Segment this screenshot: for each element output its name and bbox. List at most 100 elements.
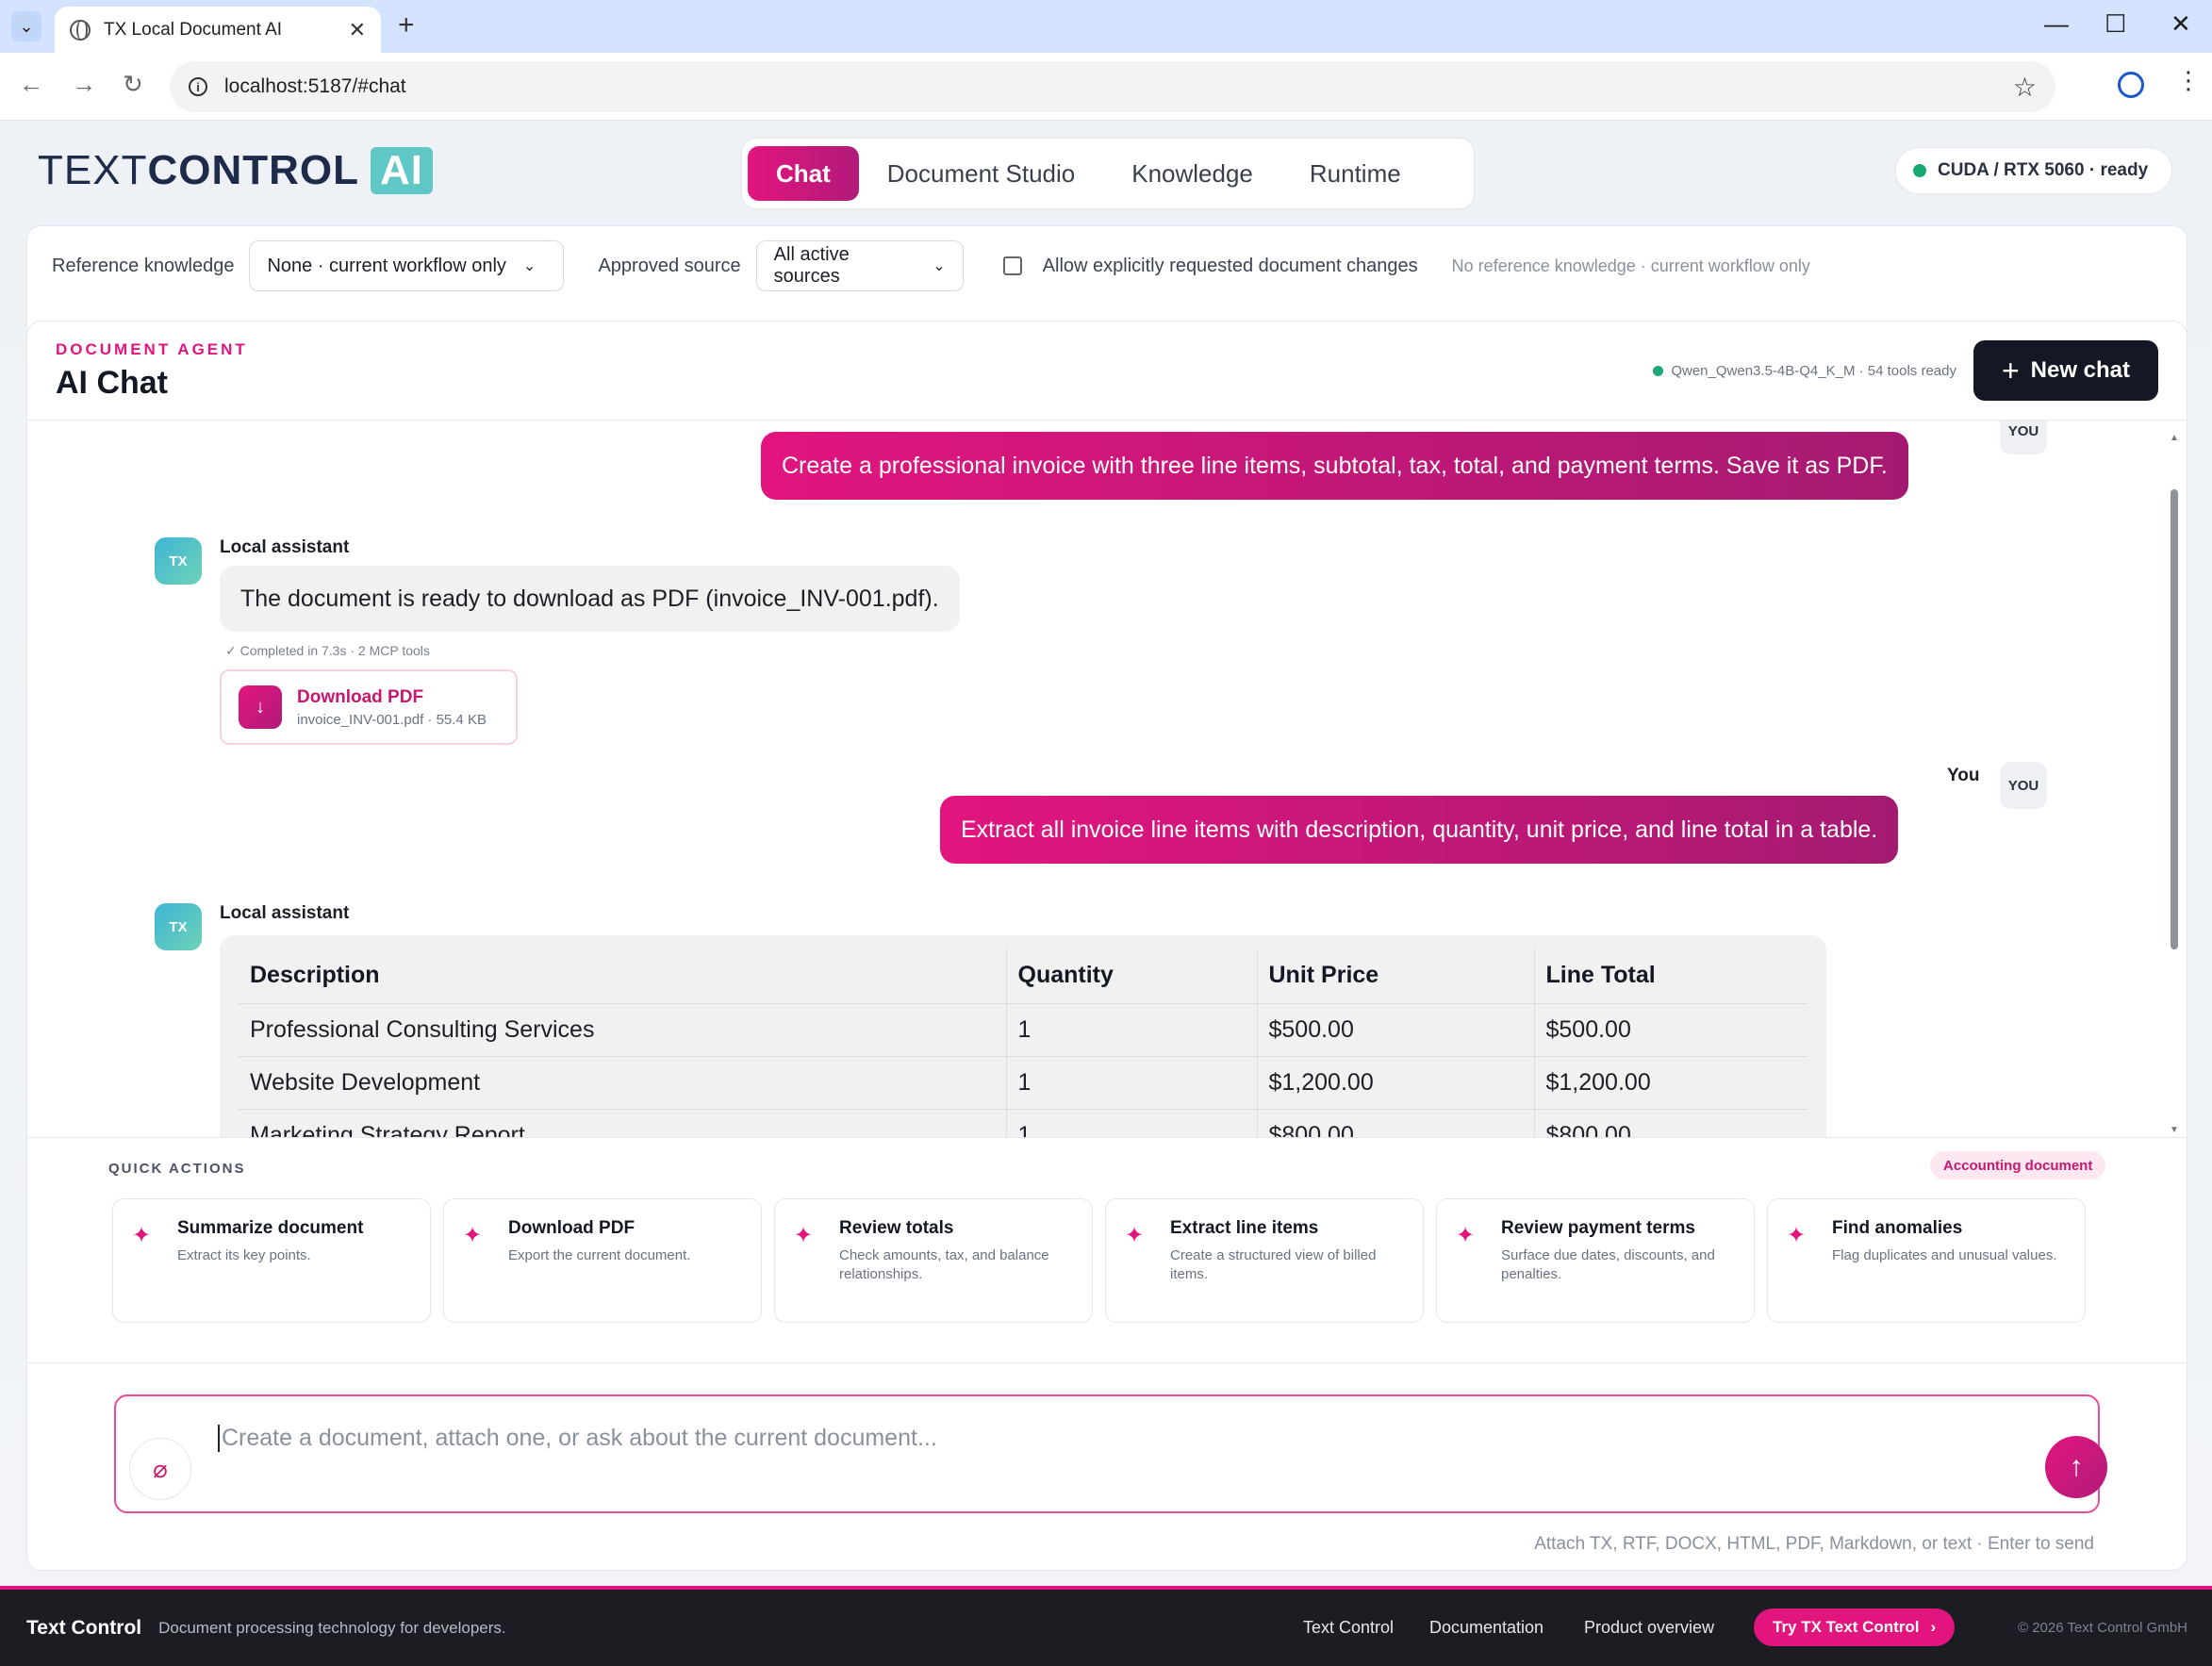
- tab-chat[interactable]: Chat: [748, 146, 859, 201]
- tab-runtime[interactable]: Runtime: [1281, 146, 1429, 201]
- reference-knowledge-select[interactable]: None · current workflow only ⌄: [249, 240, 565, 291]
- reload-icon[interactable]: ↻: [123, 70, 143, 99]
- download-file-info: invoice_INV-001.pdf · 55.4 KB: [297, 711, 487, 728]
- new-chat-label: New chat: [2030, 357, 2131, 383]
- browser-menu-icon[interactable]: ⋮: [2176, 66, 2201, 95]
- footer-brand[interactable]: Text Control: [26, 1617, 141, 1640]
- chat-card: DOCUMENT AGENT AI Chat Qwen_Qwen3.5-4B-Q…: [26, 321, 2187, 1571]
- column-header: Unit Price: [1257, 948, 1535, 1004]
- approved-source-label: Approved source: [598, 255, 741, 276]
- close-window-icon[interactable]: ✕: [2171, 9, 2191, 39]
- forward-icon[interactable]: →: [72, 70, 96, 99]
- gpu-status-badge: CUDA / RTX 5060 · ready: [1895, 147, 2172, 194]
- quick-action-summarize[interactable]: ✦ Summarize document Extract its key poi…: [112, 1198, 431, 1323]
- quick-action-desc: Flag duplicates and unusual values.: [1832, 1247, 2057, 1263]
- close-tab-icon[interactable]: ✕: [349, 18, 366, 42]
- assistant-label: Local assistant: [220, 537, 350, 557]
- quick-action-review-payment-terms[interactable]: ✦ Review payment terms Surface due dates…: [1436, 1198, 1755, 1323]
- gpu-status-text: CUDA / RTX 5060 · ready: [1938, 160, 2149, 180]
- tab-document-studio[interactable]: Document Studio: [859, 146, 1103, 201]
- tab-search-chevron-icon[interactable]: ⌄: [11, 11, 41, 41]
- footer-link-documentation[interactable]: Documentation: [1429, 1618, 1543, 1638]
- plus-icon: +: [2001, 353, 2020, 388]
- table-cell: $500.00: [1257, 1003, 1535, 1057]
- scroll-up-icon[interactable]: ▲: [2170, 433, 2179, 443]
- sparkle-icon: ✦: [463, 1223, 483, 1248]
- footer-link-product-overview[interactable]: Product overview: [1584, 1618, 1714, 1638]
- table-row: Professional Consulting Services 1 $500.…: [239, 1003, 1808, 1057]
- user-message: Create a professional invoice with three…: [761, 432, 1908, 500]
- message-scrollbar[interactable]: ▲ ▼: [2168, 433, 2181, 1138]
- table-cell: 1: [1006, 1056, 1258, 1110]
- scrollbar-thumb[interactable]: [2171, 489, 2178, 949]
- document-agent-kicker: DOCUMENT AGENT: [56, 340, 248, 358]
- status-dot-icon: [1913, 164, 1926, 177]
- footer-tagline: Document processing technology for devel…: [158, 1618, 506, 1637]
- allow-changes-label[interactable]: Allow explicitly requested document chan…: [1043, 256, 1418, 277]
- model-status-text: Qwen_Qwen3.5-4B-Q4_K_M · 54 tools ready: [1671, 363, 1956, 379]
- approved-source-value: All active sources: [773, 244, 850, 287]
- sparkle-icon: ✦: [1456, 1223, 1476, 1248]
- quick-action-title: Review totals: [839, 1218, 954, 1238]
- message-list[interactable]: YOU Create a professional invoice with t…: [27, 421, 2164, 1137]
- browser-tab[interactable]: TX Local Document AI ✕: [55, 7, 381, 53]
- browser-tabstrip: ⌄ TX Local Document AI ✕ + — ☐ ✕: [0, 0, 2212, 53]
- send-button[interactable]: ↑: [2045, 1436, 2107, 1498]
- quick-action-title: Download PDF: [508, 1218, 636, 1238]
- table-cell: $800.00: [1534, 1109, 1808, 1137]
- quick-action-desc: Create a structured view of billed items…: [1170, 1247, 1377, 1282]
- table-cell: Professional Consulting Services: [239, 1003, 1007, 1057]
- quick-action-download-pdf[interactable]: ✦ Download PDF Export the current docume…: [443, 1198, 762, 1323]
- paperclip-icon[interactable]: ⌀: [129, 1438, 191, 1500]
- address-bar[interactable]: i localhost:5187/#chat ☆: [170, 61, 2055, 112]
- minimize-icon[interactable]: —: [2044, 9, 2069, 39]
- download-pdf-card[interactable]: ↓ Download PDF invoice_INV-001.pdf · 55.…: [220, 669, 518, 745]
- knowledge-hint: No reference knowledge · current workflo…: [1451, 256, 1810, 275]
- bookmark-star-icon[interactable]: ☆: [2013, 72, 2037, 103]
- url-text[interactable]: localhost:5187/#chat: [224, 75, 2013, 98]
- site-info-icon[interactable]: i: [189, 77, 207, 96]
- completion-meta: ✓ Completed in 7.3s · 2 MCP tools: [225, 643, 430, 658]
- user-avatar: YOU: [2000, 421, 2047, 454]
- column-header: Description: [239, 948, 1007, 1004]
- maximize-icon[interactable]: ☐: [2105, 9, 2126, 39]
- approved-source-select[interactable]: All active sources ⌄: [755, 240, 964, 291]
- text-control-ai-logo[interactable]: TEXT CONTROL AI: [38, 147, 433, 194]
- tab-title: TX Local Document AI: [104, 19, 283, 40]
- footer-link-text-control[interactable]: Text Control: [1303, 1618, 1394, 1638]
- divider: [27, 1137, 2187, 1138]
- assistant-label: Local assistant: [220, 903, 350, 923]
- profile-icon[interactable]: [2118, 72, 2144, 98]
- assistant-avatar: TX: [155, 903, 202, 950]
- new-chat-button[interactable]: + New chat: [1973, 340, 2158, 401]
- table-cell: 1: [1006, 1109, 1258, 1137]
- try-tx-label: Try TX Text Control: [1773, 1618, 1920, 1636]
- table-cell: $800.00: [1257, 1109, 1535, 1137]
- table-cell: 1: [1006, 1003, 1258, 1057]
- tab-knowledge[interactable]: Knowledge: [1103, 146, 1281, 201]
- quick-action-find-anomalies[interactable]: ✦ Find anomalies Flag duplicates and unu…: [1767, 1198, 2086, 1323]
- footer: Text Control Document processing technol…: [0, 1586, 2212, 1666]
- allow-changes-checkbox[interactable]: [1002, 256, 1022, 275]
- reference-knowledge-value: None · current workflow only: [267, 255, 506, 276]
- download-title: Download PDF: [297, 686, 424, 707]
- assistant-message: The document is ready to download as PDF…: [220, 566, 960, 632]
- chat-composer[interactable]: ⌀ Create a document, attach one, or ask …: [114, 1394, 2107, 1513]
- message-input[interactable]: Create a document, attach one, or ask ab…: [218, 1425, 937, 1452]
- chevron-down-icon: ⌄: [933, 258, 946, 274]
- try-tx-button[interactable]: Try TX Text Control ›: [1754, 1608, 1956, 1646]
- browser-toolbar: ← → ↻ i localhost:5187/#chat ☆ ⋮: [0, 53, 2212, 121]
- quick-action-review-totals[interactable]: ✦ Review totals Check amounts, tax, and …: [774, 1198, 1093, 1323]
- user-label: You: [1947, 766, 1980, 785]
- sparkle-icon: ✦: [1787, 1223, 1807, 1248]
- new-tab-icon[interactable]: +: [398, 9, 415, 41]
- table-row: Marketing Strategy Report 1 $800.00 $800…: [239, 1109, 1808, 1137]
- column-header: Line Total: [1534, 948, 1808, 1004]
- table-row: Website Development 1 $1,200.00 $1,200.0…: [239, 1056, 1808, 1110]
- quick-action-extract-line-items[interactable]: ✦ Extract line items Create a structured…: [1105, 1198, 1424, 1323]
- reference-knowledge-label: Reference knowledge: [52, 255, 235, 276]
- scroll-down-icon[interactable]: ▼: [2170, 1125, 2179, 1135]
- quick-action-title: Review payment terms: [1501, 1218, 1695, 1238]
- table-cell: Marketing Strategy Report: [239, 1109, 1007, 1137]
- back-icon[interactable]: ←: [19, 70, 43, 99]
